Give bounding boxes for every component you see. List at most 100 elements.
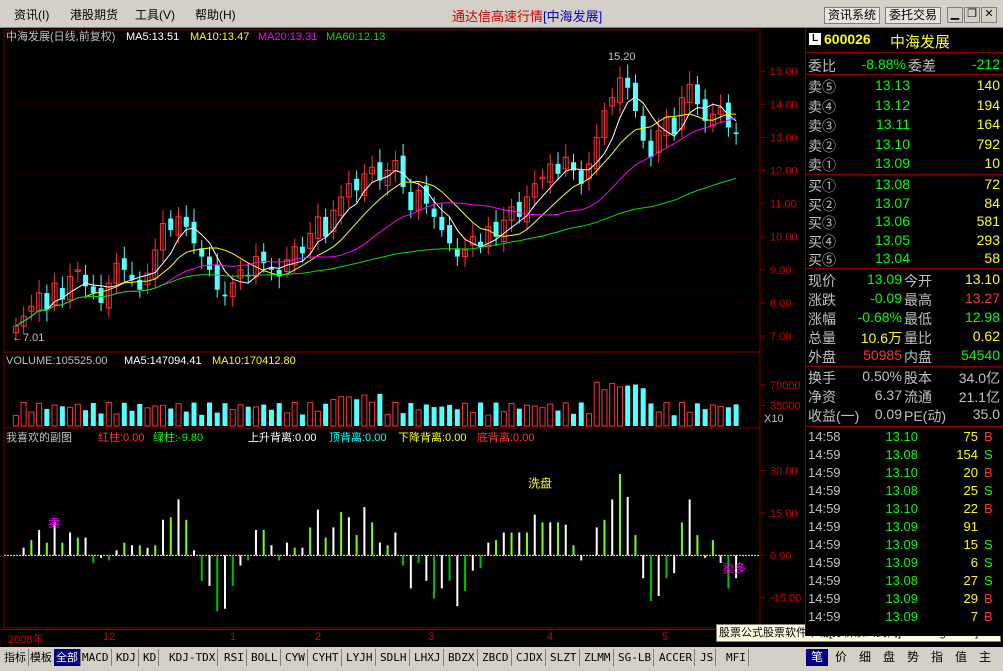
kline-title: 中海发展(日线,前复权) bbox=[6, 29, 115, 43]
indicator-tab[interactable]: LHXJ bbox=[412, 649, 444, 666]
indicator-tab[interactable]: RSI bbox=[222, 649, 247, 666]
indicator-tab[interactable]: 模板 bbox=[28, 649, 55, 666]
stat2-value: 6.37 bbox=[874, 387, 902, 403]
volume-bar-down bbox=[632, 384, 638, 426]
sub-topdiv-label: 顶背离:0.00 bbox=[329, 430, 386, 444]
menu-info[interactable]: 资讯(I) bbox=[14, 6, 49, 23]
volume-bar-down bbox=[121, 402, 127, 426]
stat2-value: 35.0 bbox=[972, 406, 1000, 422]
indicator-tab[interactable]: MFI bbox=[724, 649, 749, 666]
tick-volume: 7 bbox=[970, 609, 978, 624]
indicator-tab[interactable]: SLZT bbox=[548, 649, 580, 666]
tick-volume: 6 bbox=[970, 555, 978, 570]
indicator-tab[interactable]: SG-LB bbox=[616, 649, 655, 666]
volume-bar-up bbox=[585, 413, 592, 427]
volume-bar-up bbox=[314, 410, 321, 427]
indicator-tab[interactable]: SDLH bbox=[378, 649, 410, 666]
indicator-tab[interactable]: LYJH bbox=[344, 649, 376, 666]
ma10-line bbox=[15, 113, 737, 327]
volume-bar-up bbox=[345, 396, 352, 427]
indicator-tab[interactable]: CYW bbox=[283, 649, 308, 666]
indicator-tab[interactable]: ZLMM bbox=[582, 649, 614, 666]
quote-view-tab[interactable]: 值 bbox=[950, 649, 972, 666]
volume-bar-up bbox=[283, 412, 290, 427]
stat-label: 涨跌 bbox=[808, 292, 836, 308]
ask-row-price: 13.11 bbox=[876, 116, 910, 132]
tick-volume: 15 bbox=[963, 537, 978, 552]
indicator-tab[interactable]: CJDX bbox=[514, 649, 546, 666]
quote-view-tab[interactable]: 主 bbox=[974, 649, 996, 666]
quote-view-tab[interactable]: 盘 bbox=[878, 649, 900, 666]
volume-bar-down bbox=[570, 413, 576, 426]
indicator-tab[interactable]: BOLL bbox=[249, 649, 281, 666]
quote-view-tab[interactable]: 价 bbox=[830, 649, 852, 666]
stat-value: 13.27 bbox=[964, 290, 1000, 306]
volume-y-tick-label: 35000 bbox=[770, 400, 801, 412]
kline-y-axis: 15.00 14.00 13.00 12.00 11.00 10.00 9.00 8.00 7.… bbox=[760, 66, 798, 343]
indicator-tab[interactable]: KDJ-TDX bbox=[167, 649, 219, 666]
date-tick: 5 bbox=[662, 631, 669, 643]
indicator-tab[interactable]: BDZX bbox=[446, 649, 478, 666]
menu-help[interactable]: 帮助(H) bbox=[195, 6, 236, 23]
indicator-tab[interactable]: KD bbox=[141, 649, 160, 666]
candle-body-down bbox=[702, 99, 708, 121]
quote-panel: L 600026 中海发展 委比 -8.88% 委差 -212 卖⑤ 13.13 1… bbox=[805, 28, 1003, 636]
volume-bar-up bbox=[547, 403, 554, 427]
tick-volume: 22 bbox=[963, 501, 978, 516]
sub-red-label: 红柱:0.00 bbox=[98, 430, 144, 444]
stat2-label: 股本 bbox=[904, 370, 932, 386]
volume-bar-down bbox=[702, 409, 708, 426]
volume-bar-up bbox=[655, 411, 662, 427]
ask-row-label: 卖④ bbox=[808, 98, 836, 115]
kline-y-tick-label: 7.00 bbox=[770, 331, 791, 343]
indicator-tab[interactable]: ACCER bbox=[657, 649, 696, 666]
volume-bar-up bbox=[330, 398, 337, 427]
stock-chart[interactable]: 中海发展(日线,前复权) MA5:13.51 MA10:13.47 MA20:1… bbox=[0, 28, 805, 629]
quote-view-tab[interactable]: 细 bbox=[854, 649, 876, 666]
menu-hk-futures[interactable]: 港股期货 bbox=[70, 6, 118, 23]
high-marker: 15.20 bbox=[608, 51, 636, 63]
indicator-tab[interactable]: KDJ bbox=[114, 649, 139, 666]
date-tick: 1 bbox=[230, 631, 237, 643]
stat-label: 涨幅 bbox=[808, 311, 836, 327]
quote-view-tab[interactable]: 势 bbox=[902, 649, 924, 666]
minimize-icon[interactable]: ▁ bbox=[947, 7, 963, 23]
restore-icon[interactable]: ❐ bbox=[964, 7, 980, 23]
volume-bar-down bbox=[447, 404, 453, 426]
volume-bar-down bbox=[423, 404, 429, 426]
volume-bar-down bbox=[516, 408, 522, 426]
indicator-tab[interactable]: JS bbox=[698, 649, 717, 666]
candle-body-down bbox=[168, 218, 174, 231]
stat-value: -0.68% bbox=[857, 309, 902, 325]
indicator-tab[interactable]: MACD bbox=[80, 649, 112, 666]
bid-row-price: 13.05 bbox=[874, 231, 910, 248]
volume-bar-down bbox=[625, 385, 631, 426]
tick-time: 14:59 bbox=[808, 573, 841, 588]
ma10-label: MA10:13.47 bbox=[190, 31, 249, 43]
quote-view-tab[interactable]: 指 bbox=[926, 649, 948, 666]
volume-unit: X10 bbox=[764, 413, 784, 425]
candle-body-down bbox=[377, 162, 383, 181]
volume-bar-up bbox=[291, 401, 298, 427]
quote-view-tab[interactable]: 笔 bbox=[806, 649, 828, 666]
indicator-tab[interactable]: ZBCD bbox=[480, 649, 512, 666]
tick-price: 13.08 bbox=[885, 483, 918, 498]
ask-row-price: 13.10 bbox=[874, 135, 910, 152]
sub-bottomdiv-label: 底背离:0.00 bbox=[477, 430, 534, 444]
indicator-tab[interactable]: 全部 bbox=[54, 649, 81, 666]
stat2-value: 0.50% bbox=[862, 368, 902, 384]
menu-tools[interactable]: 工具(V) bbox=[135, 6, 175, 23]
candle-body-down bbox=[214, 264, 220, 290]
candle-body-down bbox=[183, 216, 189, 227]
volume-bar-down bbox=[478, 402, 484, 426]
quote-code: 600026 bbox=[824, 31, 871, 47]
news-system-button[interactable]: 资讯系统 bbox=[824, 7, 881, 24]
kline-y-tick-label: 9.00 bbox=[770, 265, 791, 277]
tick-bs-flag: B bbox=[984, 465, 993, 480]
kline-y-tick-label: 12.00 bbox=[770, 166, 798, 178]
bid-row-price: 13.07 bbox=[874, 194, 910, 211]
trade-button[interactable]: 委托交易 bbox=[885, 7, 942, 24]
indicator-tab[interactable]: 指标 bbox=[2, 649, 29, 666]
indicator-tab[interactable]: CYHT bbox=[310, 649, 342, 666]
close-icon[interactable]: ✕ bbox=[981, 7, 997, 23]
